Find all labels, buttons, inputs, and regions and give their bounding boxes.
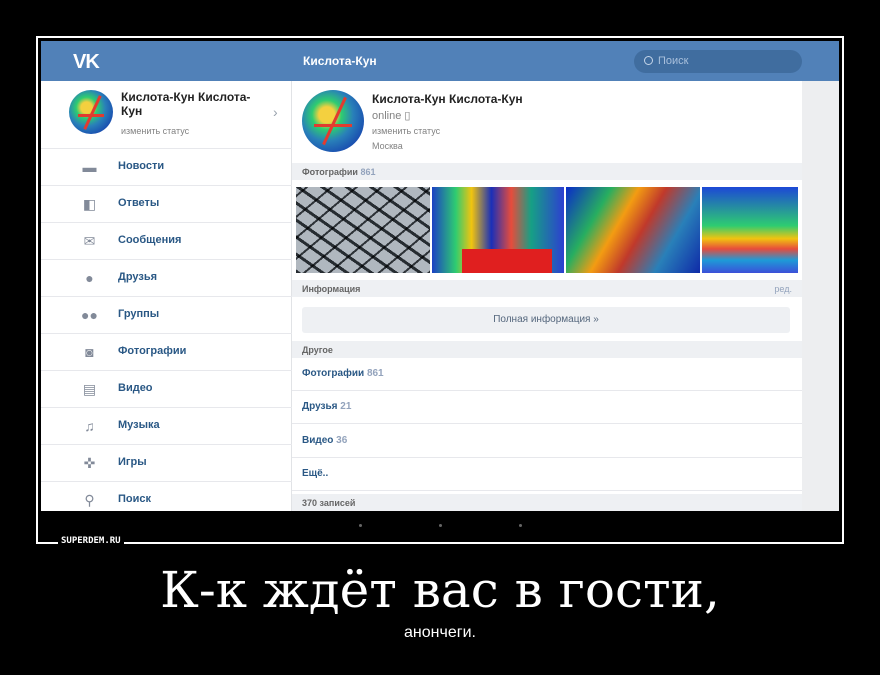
row-count: 861 [366,368,384,379]
search-placeholder: Поиск [658,55,689,67]
other-row-video[interactable]: Видео 36 [292,425,802,458]
online-text: online [372,110,402,122]
news-icon: ▬ [82,159,97,175]
photo-strip [296,187,798,273]
sidebar-item-groups[interactable]: ●● Группы [41,297,292,334]
header-title: Кислота-Кун [303,54,377,68]
avatar[interactable] [302,90,364,152]
online-status: online ▯ [372,109,410,122]
mail-icon: ✉ [83,233,96,249]
sidebar-profile[interactable]: Кислота-Кун Кислота-Кун изменить статус … [41,81,292,149]
sidebar-item-search[interactable]: ⚲ Поиск [41,482,292,511]
nav-dot [359,524,362,527]
row-count: 21 [340,401,352,412]
photo-thumbnail[interactable] [702,187,798,273]
sidebar-profile-status[interactable]: изменить статус [121,126,189,136]
section-title: Фотографии [302,167,358,177]
photo-thumbnail[interactable] [432,187,564,273]
section-title: Информация [302,284,361,294]
replies-icon: ◧ [82,196,97,212]
other-row-more[interactable]: Ещё.. [292,458,802,491]
nav-dot [519,524,522,527]
photo-thumbnail[interactable] [566,187,700,273]
avatar [69,90,113,134]
change-status-link[interactable]: изменить статус [372,126,440,136]
sidebar-item-messages[interactable]: ✉ Сообщения [41,223,292,260]
music-icon: ♫ [84,418,95,434]
row-label: Друзья [302,401,338,412]
camera-icon: ◙ [85,344,94,360]
photos-section-header[interactable]: Фотографии 861 [292,163,802,180]
film-icon: ▤ [82,381,97,397]
posts-count: 370 записей [302,498,356,508]
vk-screenshot: VK Кислота-Кун Поиск Кислота-Кун Кислота… [41,41,839,511]
gamepad-icon: ✜ [83,455,96,471]
vk-logo[interactable]: VK [73,51,100,74]
search-input[interactable]: Поиск [634,50,802,73]
sidebar-item-label: Фотографии [118,345,187,357]
person-icon: ● [85,270,94,286]
nav-dot [439,524,442,527]
other-row-friends[interactable]: Друзья 21 [292,391,802,424]
sidebar-item-video[interactable]: ▤ Видео [41,371,292,408]
profile-main: Кислота-Кун Кислота-Кун online ▯ изменит… [292,81,802,511]
photo-thumbnail[interactable] [296,187,430,273]
sidebar-item-label: Новости [118,160,165,172]
sidebar-item-label: Поиск [118,493,152,505]
row-label: Ещё.. [302,468,329,479]
sidebar-item-news[interactable]: ▬ Новости [41,149,292,186]
demotivator-frame: VK Кислота-Кун Поиск Кислота-Кун Кислота… [36,36,844,547]
section-title: Другое [302,345,333,355]
search-icon: ⚲ [84,492,95,508]
sidebar-item-label: Группы [118,308,160,320]
sidebar-item-photos[interactable]: ◙ Фотографии [41,334,292,371]
chevron-right-icon: › [273,104,278,120]
profile-name: Кислота-Кун Кислота-Кун [372,92,523,106]
bottom-bar [41,511,839,542]
sidebar-item-friends[interactable]: ● Друзья [41,260,292,297]
sidebar-profile-name: Кислота-Кун Кислота-Кун [121,90,251,118]
mobile-icon: ▯ [404,110,411,122]
profile-city: Москва [372,141,403,151]
posts-section-header: 370 записей [292,494,802,511]
sidebar-item-label: Музыка [118,419,160,431]
other-section-header: Другое [292,341,802,358]
sidebar-item-label: Видео [118,382,153,394]
full-info-button[interactable]: Полная информация » [302,307,790,333]
other-row-photos[interactable]: Фотографии 861 [292,358,802,391]
vk-header: VK Кислота-Кун Поиск [41,41,839,81]
sidebar-item-games[interactable]: ✜ Игры [41,445,292,482]
watermark: SUPERDEM.RU [58,535,124,547]
sidebar-item-music[interactable]: ♫ Музыка [41,408,292,445]
sidebar-item-replies[interactable]: ◧ Ответы [41,186,292,223]
sidebar-item-label: Игры [118,456,147,468]
row-label: Фотографии [302,368,365,379]
group-icon: ●● [81,307,98,323]
sidebar-item-label: Сообщения [118,234,182,246]
edit-link[interactable]: ред. [774,284,792,294]
caption-title: К-к ждёт вас в гости, [160,561,720,619]
sidebar-item-label: Ответы [118,197,160,209]
sidebar-menu: ▬ Новости ◧ Ответы ✉ Сообщения ● Друзья ●● Гр… [41,149,292,511]
sidebar: Кислота-Кун Кислота-Кун изменить статус … [41,81,292,511]
search-icon [644,56,653,65]
photos-count: 861 [360,167,376,177]
sidebar-item-label: Друзья [118,271,158,283]
info-section-header: Информация ред. [292,280,802,297]
row-label: Видео [302,435,334,446]
row-count: 36 [336,435,348,446]
caption-subtitle: анончеги. [404,624,476,641]
